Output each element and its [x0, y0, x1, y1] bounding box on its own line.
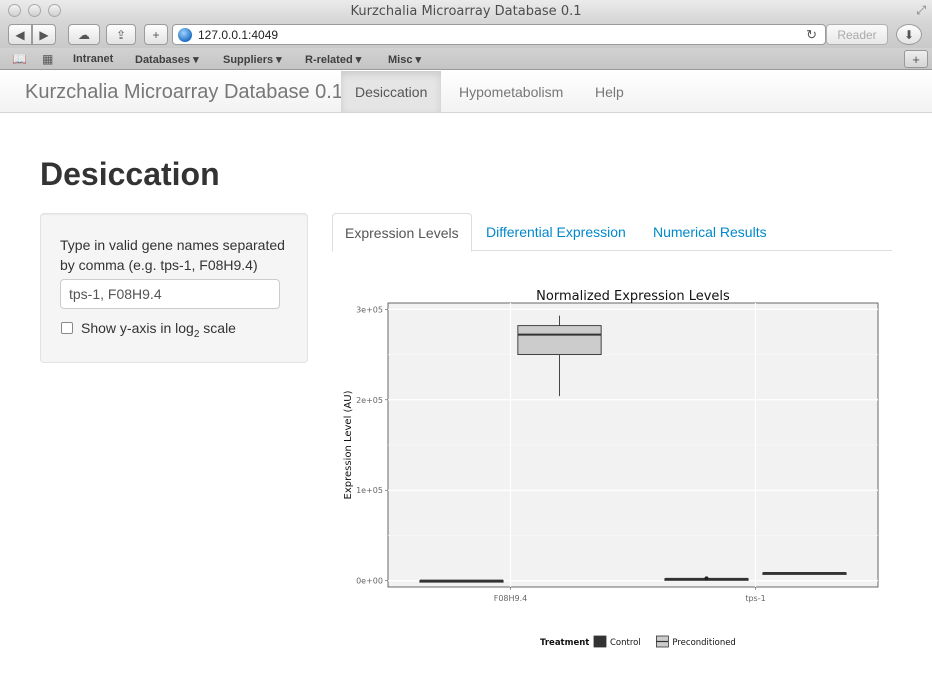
plus-icon: +: [912, 51, 920, 67]
gene-names-input[interactable]: [60, 279, 280, 309]
bookmark-misc[interactable]: Misc ▾: [388, 53, 421, 66]
add-bookmark-button[interactable]: +: [144, 24, 168, 45]
bookmark-databases[interactable]: Databases ▾: [135, 53, 199, 66]
grid-icon[interactable]: ▦: [42, 52, 53, 66]
page-title: Desiccation: [40, 156, 220, 192]
bookmark-intranet[interactable]: Intranet: [73, 53, 113, 65]
y-tick-label: 1e+05: [356, 486, 383, 495]
forward-button[interactable]: ▶: [32, 24, 56, 45]
url-text: 127.0.0.1:4049: [198, 27, 279, 42]
tab-expression-levels[interactable]: Expression Levels: [332, 213, 472, 252]
nav-hypometabolism[interactable]: Hypometabolism: [445, 71, 577, 112]
nav-help[interactable]: Help: [581, 71, 638, 112]
cloud-icon: ☁: [78, 27, 90, 42]
box-body: [517, 325, 602, 356]
y-axis-label: Expression Level (AU): [343, 390, 354, 499]
downloads-button[interactable]: ⬇: [896, 24, 922, 45]
app-navbar: Kurzchalia Microarray Database 0.1 Desic…: [0, 71, 932, 113]
log-scale-label-suffix: scale: [199, 320, 236, 336]
globe-icon: [178, 27, 192, 42]
gene-input-label: Type in valid gene names separated by co…: [60, 237, 285, 273]
legend-label: Preconditioned: [672, 638, 735, 648]
share-icon: ⇪: [115, 27, 127, 42]
bookmarks-bar: 📖 ▦ Intranet Databases ▾ Suppliers ▾ R-r…: [0, 48, 932, 70]
window-titlebar: Kurzchalia Microarray Database 0.1 ⤢: [0, 0, 932, 22]
app-brand[interactable]: Kurzchalia Microarray Database 0.1: [25, 81, 343, 104]
nav-desiccation[interactable]: Desiccation: [341, 71, 442, 112]
forward-arrow-icon: ▶: [39, 27, 49, 42]
back-arrow-icon: ◀: [15, 27, 25, 42]
address-bar[interactable]: 127.0.0.1:4049 ↻: [172, 24, 826, 45]
book-icon[interactable]: 📖: [12, 52, 27, 66]
expression-chart: 0e+00 1e+05 2e+05 3e+05 F08H9.4 tps-1 Normaliz…: [332, 283, 892, 663]
log-scale-label[interactable]: Show y-axis in log2 scale: [81, 320, 236, 340]
reader-button[interactable]: Reader: [826, 24, 888, 45]
y-tick-label: 2e+05: [356, 396, 383, 405]
x-tick-label: F08H9.4: [494, 594, 528, 603]
new-tab-button[interactable]: +: [904, 50, 928, 68]
share-button[interactable]: ⇪: [106, 24, 136, 45]
plus-icon: +: [152, 27, 160, 42]
result-tabs: Expression Levels Differential Expressio…: [332, 213, 892, 252]
tab-differential-expression[interactable]: Differential Expression: [474, 213, 638, 251]
outlier-point: [704, 576, 709, 581]
browser-toolbar: ◀ ▶ ☁ ⇪ + 127.0.0.1:4049 ↻ Reader ⬇: [0, 22, 932, 48]
bookmark-r-related[interactable]: R-related ▾: [305, 53, 361, 66]
legend-label: Control: [610, 638, 641, 648]
x-tick-label: tps-1: [745, 594, 765, 603]
expression-chart-svg: 0e+00 1e+05 2e+05 3e+05 F08H9.4 tps-1 Normaliz…: [343, 289, 879, 648]
y-tick-label: 0e+00: [356, 577, 383, 586]
icloud-tabs-button[interactable]: ☁: [68, 24, 100, 45]
back-button[interactable]: ◀: [8, 24, 32, 45]
chart-title: Normalized Expression Levels: [536, 289, 730, 304]
sidebar-panel: Type in valid gene names separated by co…: [40, 213, 308, 363]
bookmark-suppliers[interactable]: Suppliers ▾: [223, 53, 282, 66]
fullscreen-icon[interactable]: ⤢: [916, 3, 926, 18]
tab-numerical-results[interactable]: Numerical Results: [641, 213, 779, 251]
legend-title: Treatment: [540, 638, 589, 648]
log-scale-label-prefix: Show y-axis in log: [81, 320, 194, 336]
download-icon: ⬇: [903, 27, 915, 42]
window-title: Kurzchalia Microarray Database 0.1: [350, 4, 582, 19]
reload-icon[interactable]: ↻: [806, 27, 817, 43]
log-scale-checkbox[interactable]: [61, 322, 73, 334]
y-tick-label: 3e+05: [356, 305, 383, 314]
